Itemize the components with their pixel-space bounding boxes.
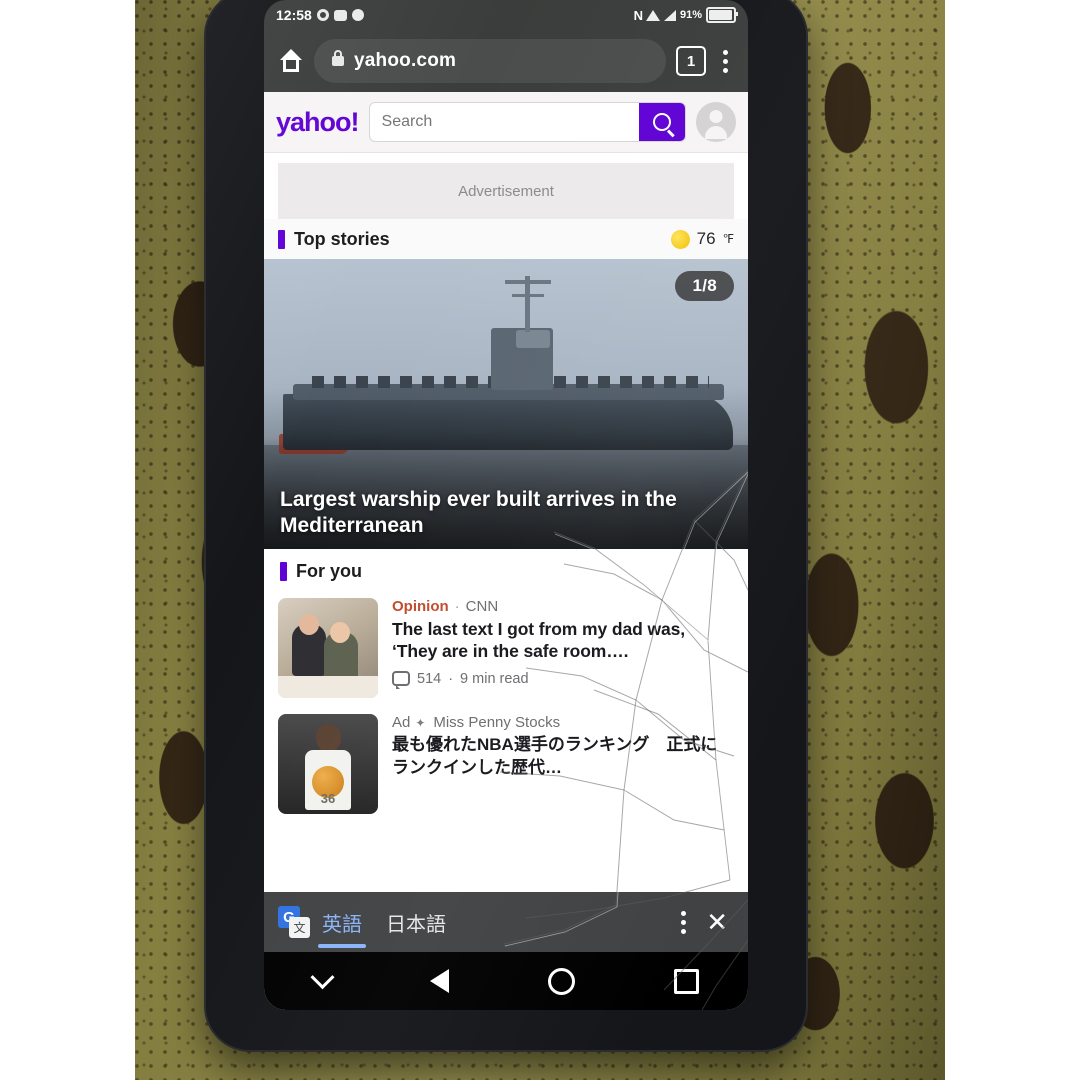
list-item[interactable]: Opinion · CNN The last text I got from m… [264, 592, 748, 708]
weather-widget[interactable]: 76 ℉ [670, 229, 734, 249]
hero-ship-radar [515, 330, 550, 349]
section-title: For you [296, 561, 362, 581]
section-title: Top stories [294, 228, 390, 249]
status-clock: 12:58 [276, 7, 312, 23]
article-source: CNN [465, 598, 499, 615]
avatar[interactable] [696, 102, 736, 142]
close-icon[interactable]: ✕ [700, 909, 734, 935]
nfc-icon: N [633, 7, 643, 23]
read-time: 9 min read [460, 670, 529, 687]
tab-switcher-button[interactable]: 1 [676, 46, 706, 76]
sparkle-icon: ✦ [415, 716, 426, 730]
hero-story-card[interactable]: 1/8 Largest warship ever built arrives i… [264, 259, 748, 549]
for-you-header: For you [264, 561, 748, 592]
yahoo-page: yahoo! Advertisement Top stor [264, 92, 748, 1010]
search-input[interactable] [369, 103, 639, 141]
translate-bar: G 文 英語 日本語 ✕ [264, 892, 748, 952]
section-accent-bar [278, 229, 285, 249]
url-text: yahoo.com [354, 50, 457, 71]
gear-icon [316, 9, 329, 21]
sun-icon [670, 229, 690, 249]
ad-kicker: Ad [392, 714, 411, 731]
search-bar[interactable] [368, 102, 686, 142]
smartphone-device: 12:58 N 91% yahoo.com 1 yahoo! Search Ad… [206, 0, 806, 1050]
wifi-icon [645, 9, 660, 21]
phone-screen: 12:58 N 91% yahoo.com 1 yahoo! Search Ad… [264, 0, 748, 1010]
back-triangle-icon[interactable] [429, 969, 449, 993]
home-icon[interactable] [278, 49, 304, 73]
battery-percent-label: 91% [679, 9, 702, 21]
status-bar-left: 12:58 [276, 7, 364, 23]
recents-square-icon[interactable] [673, 968, 699, 994]
for-you-section: For you Opinion · CNN The last text I go… [264, 549, 748, 824]
section-accent-bar [280, 562, 287, 581]
address-bar[interactable]: yahoo.com [314, 39, 666, 83]
article-body: Opinion · CNN The last text I got from m… [392, 598, 734, 698]
list-item[interactable]: 36 Ad ✦ Miss Penny Stocks 最も優れたNBA選手のランキ… [264, 708, 748, 824]
top-stories-header: Top stories 76 ℉ [264, 219, 748, 259]
tab-target-language[interactable]: 日本語 [374, 892, 458, 952]
comment-icon [392, 671, 410, 690]
notification-icon [333, 9, 347, 21]
ad-thumbnail: 36 [278, 714, 378, 814]
ad-body: Ad ✦ Miss Penny Stocks 最も優れたNBA選手のランキング … [392, 714, 734, 814]
hero-headline[interactable]: Largest warship ever built arrives in th… [280, 487, 724, 539]
battery-icon [706, 7, 738, 23]
weather-temp: 76 [696, 229, 716, 248]
google-translate-icon[interactable]: G 文 [278, 906, 310, 938]
photo-scene: 12:58 N 91% yahoo.com 1 yahoo! Search Ad… [0, 0, 1080, 1080]
weather-unit: ℉ [722, 232, 734, 246]
home-circle-icon[interactable] [547, 967, 575, 995]
tab-source-language[interactable]: 英語 [310, 892, 374, 952]
ad-source-line: Ad ✦ Miss Penny Stocks [392, 714, 734, 731]
android-nav-bar [264, 952, 748, 1010]
ad-source: Miss Penny Stocks [433, 714, 561, 731]
kebab-menu-icon[interactable] [716, 49, 734, 73]
article-kicker: Opinion [392, 598, 449, 615]
article-title[interactable]: The last text I got from my dad was, ‘Th… [392, 618, 734, 663]
android-status-bar: 12:58 N 91% [264, 0, 748, 30]
notification-icon-2 [351, 9, 364, 21]
article-source-line: Opinion · CNN [392, 598, 734, 615]
top-stories-title-group: Top stories [278, 229, 390, 250]
ad-title[interactable]: 最も優れたNBA選手のランキング 正式にランクインした歴代… [392, 734, 734, 780]
source-separator: · [454, 598, 460, 615]
hero-ship-mast [505, 276, 552, 333]
advertisement-label: Advertisement [458, 182, 554, 200]
yahoo-header: yahoo! [264, 92, 748, 153]
translate-icon-glyph: 文 [289, 917, 310, 938]
translate-menu-icon[interactable] [667, 910, 700, 934]
carousel-counter: 1/8 [675, 271, 734, 301]
status-bar-right: N 91% [633, 7, 738, 23]
lock-icon [332, 50, 344, 66]
article-thumbnail [278, 598, 378, 698]
search-button[interactable] [639, 103, 685, 141]
yahoo-logo[interactable]: yahoo! [276, 107, 360, 138]
magnifier-icon [653, 113, 671, 131]
article-meta: 514 · 9 min read [392, 670, 734, 690]
advertisement-slot[interactable]: Advertisement [278, 163, 734, 219]
browser-toolbar: yahoo.com 1 [264, 30, 748, 92]
jersey-number: 36 [320, 791, 336, 806]
signal-icon [663, 9, 676, 21]
comment-count: 514 [417, 670, 442, 687]
chevron-down-icon[interactable] [309, 964, 335, 990]
meta-separator: · [448, 670, 454, 687]
